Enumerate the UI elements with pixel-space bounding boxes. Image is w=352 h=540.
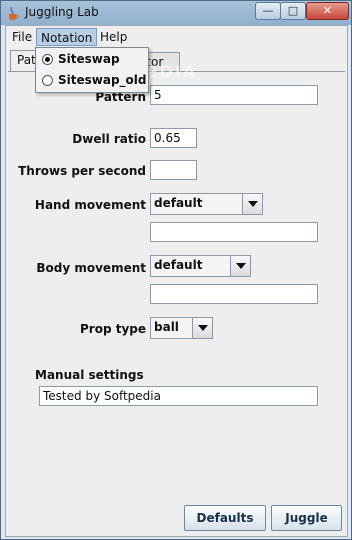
hand-movement-value: default — [154, 196, 203, 210]
radio-unchecked-icon — [42, 75, 53, 86]
hand-movement-custom-field[interactable] — [150, 222, 318, 242]
throws-per-second-label: Throws per second — [18, 164, 146, 178]
notation-option-label: Siteswap_old — [58, 73, 147, 87]
close-button[interactable]: ✕ — [306, 2, 349, 20]
app-window: Juggling Lab — □ ✕ File Notation Help Pa… — [0, 0, 352, 540]
title-bar[interactable]: Juggling Lab — □ ✕ — [1, 1, 351, 25]
chevron-down-icon[interactable] — [230, 256, 250, 276]
menu-bar: File Notation Help — [6, 26, 347, 48]
juggle-button[interactable]: Juggle — [271, 505, 342, 531]
notation-option-siteswap[interactable]: Siteswap — [36, 50, 148, 70]
maximize-button[interactable]: □ — [280, 2, 306, 20]
throws-per-second-field[interactable] — [150, 160, 197, 180]
window-title: Juggling Lab — [25, 5, 99, 19]
defaults-button[interactable]: Defaults — [184, 505, 266, 531]
chevron-down-icon[interactable] — [192, 318, 212, 338]
menu-file[interactable]: File — [8, 28, 36, 46]
body-movement-value: default — [154, 258, 203, 272]
hand-movement-label: Hand movement — [34, 198, 146, 212]
dwell-ratio-label: Dwell ratio — [72, 132, 146, 146]
notation-option-label: Siteswap — [58, 52, 120, 66]
manual-settings-label: Manual settings — [35, 368, 144, 382]
hand-movement-dropdown[interactable]: default — [150, 193, 263, 215]
minimize-button[interactable]: — — [255, 2, 281, 20]
prop-type-value: ball — [154, 320, 179, 334]
chevron-down-icon[interactable] — [242, 194, 262, 214]
content-pane: File Notation Help Pat ator SOFTPEDIA Pa… — [5, 25, 348, 537]
menu-notation[interactable]: Notation — [36, 28, 98, 46]
body-movement-custom-field[interactable] — [150, 284, 318, 304]
body-movement-label: Body movement — [36, 261, 146, 275]
notation-menu-popup: Siteswap Siteswap_old — [35, 47, 149, 93]
java-cup-icon — [9, 6, 19, 20]
body-movement-dropdown[interactable]: default — [150, 255, 251, 277]
dwell-ratio-field[interactable] — [150, 128, 197, 148]
radio-checked-icon — [42, 54, 53, 65]
prop-type-label: Prop type — [79, 322, 146, 336]
pattern-field[interactable] — [150, 85, 318, 105]
prop-type-dropdown[interactable]: ball — [150, 317, 213, 339]
menu-help[interactable]: Help — [96, 28, 131, 46]
notation-option-siteswap-old[interactable]: Siteswap_old — [36, 71, 148, 91]
manual-settings-field[interactable] — [39, 386, 318, 406]
